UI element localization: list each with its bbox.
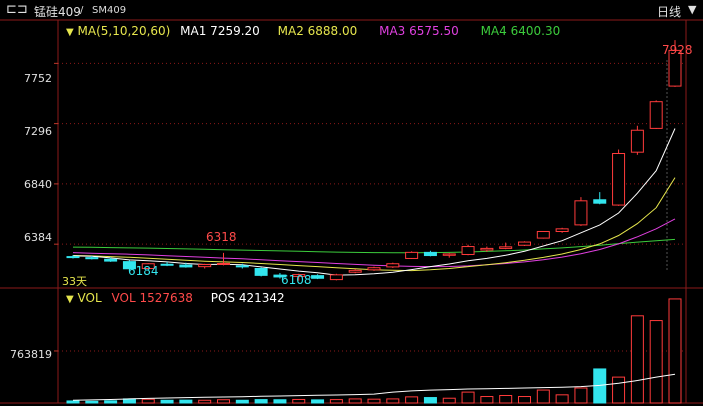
candle-body xyxy=(461,246,475,255)
candle-body xyxy=(480,247,494,251)
volume-bar xyxy=(273,399,287,404)
candle-body xyxy=(555,228,569,232)
volume-bar xyxy=(104,400,118,404)
volume-bar xyxy=(235,399,249,404)
candle-body xyxy=(217,262,230,265)
volume-bar xyxy=(386,398,400,404)
ma1-value: MA1 7259.20 xyxy=(180,24,260,38)
volume-bar xyxy=(518,396,531,404)
volume-bar xyxy=(217,399,230,404)
volume-bar xyxy=(66,400,80,404)
chart-canvas[interactable] xyxy=(0,0,703,406)
candle-body xyxy=(104,258,118,262)
volume-bar xyxy=(536,389,550,404)
vol-y-tick-label: 763819 xyxy=(10,348,52,361)
y-tick-label: 6840 xyxy=(24,178,52,191)
y-tick-label: 6384 xyxy=(24,231,52,244)
candle-body xyxy=(442,253,456,256)
volume-bar xyxy=(480,396,494,404)
candle-body xyxy=(311,275,325,279)
ma4-value: MA4 6400.30 xyxy=(480,24,561,38)
volume-bar xyxy=(160,399,174,404)
candle-body xyxy=(160,263,174,266)
candle-body xyxy=(518,241,531,246)
days-count: 33天 xyxy=(62,275,87,288)
volume-bar xyxy=(311,399,325,404)
candle-body xyxy=(593,199,607,204)
volume-bar xyxy=(461,391,475,404)
y-tick-label: 7752 xyxy=(24,72,52,85)
candle-body xyxy=(179,264,193,268)
volume-bar xyxy=(612,376,626,404)
volume-bar xyxy=(329,399,343,404)
candle-body xyxy=(536,230,550,239)
legend-marker-icon: ▼ xyxy=(66,294,74,305)
candle-body xyxy=(198,264,212,268)
candle-body xyxy=(348,269,362,273)
candle-body xyxy=(254,267,268,276)
volume-bar xyxy=(423,397,437,404)
high-annotation: 7928 xyxy=(662,43,693,57)
ma3-value: MA3 6575.50 xyxy=(379,24,459,38)
candle-body xyxy=(612,153,626,206)
volume-bar xyxy=(574,387,588,404)
volume-bar xyxy=(668,298,682,404)
volume-bar xyxy=(141,398,155,404)
ma4-line xyxy=(72,238,676,254)
volume-bar xyxy=(630,315,644,404)
candle-body xyxy=(649,101,663,129)
pos-value: POS 421342 xyxy=(210,291,285,305)
volume-bar xyxy=(555,394,569,404)
candle-body xyxy=(630,129,644,153)
volume-bar xyxy=(85,400,99,404)
vol-legend-label: VOL xyxy=(77,291,102,305)
volume-bar xyxy=(179,399,193,404)
y-tick-label: 7296 xyxy=(24,125,52,138)
ma-legend-label: MA(5,10,20,60) xyxy=(77,24,171,38)
candle-body xyxy=(386,263,400,268)
vol-legend: ▼ VOL VOL 1527638 POS 421342 xyxy=(66,291,285,305)
volume-bar xyxy=(649,320,663,404)
volume-bar xyxy=(442,397,456,404)
low-annotation-left: 6184 xyxy=(128,264,159,278)
ma2-value: MA2 6888.00 xyxy=(277,24,358,38)
volume-bar xyxy=(254,399,268,404)
volume-bar xyxy=(348,398,362,404)
low-annotation-mid: 6108 xyxy=(281,273,312,287)
volume-bar xyxy=(198,399,212,404)
candle-body xyxy=(329,274,343,281)
candle-body xyxy=(574,200,588,226)
candle-body xyxy=(66,256,80,259)
legend-marker-icon: ▼ xyxy=(66,27,74,38)
candle-body xyxy=(85,257,99,260)
candle-body xyxy=(499,246,513,249)
candle-body xyxy=(405,251,419,259)
vol-value: VOL 1527638 xyxy=(111,291,193,305)
ma-legend: ▼ MA(5,10,20,60) MA1 7259.20 MA2 6888.00… xyxy=(66,24,560,38)
volume-bar xyxy=(367,398,381,404)
mid-high-annotation: 6318 xyxy=(206,230,237,244)
candle-body xyxy=(235,265,249,268)
candle-body xyxy=(423,251,437,257)
volume-bar xyxy=(292,398,306,404)
volume-bar xyxy=(499,395,513,404)
candle-body xyxy=(367,267,381,271)
volume-bar xyxy=(405,396,419,404)
